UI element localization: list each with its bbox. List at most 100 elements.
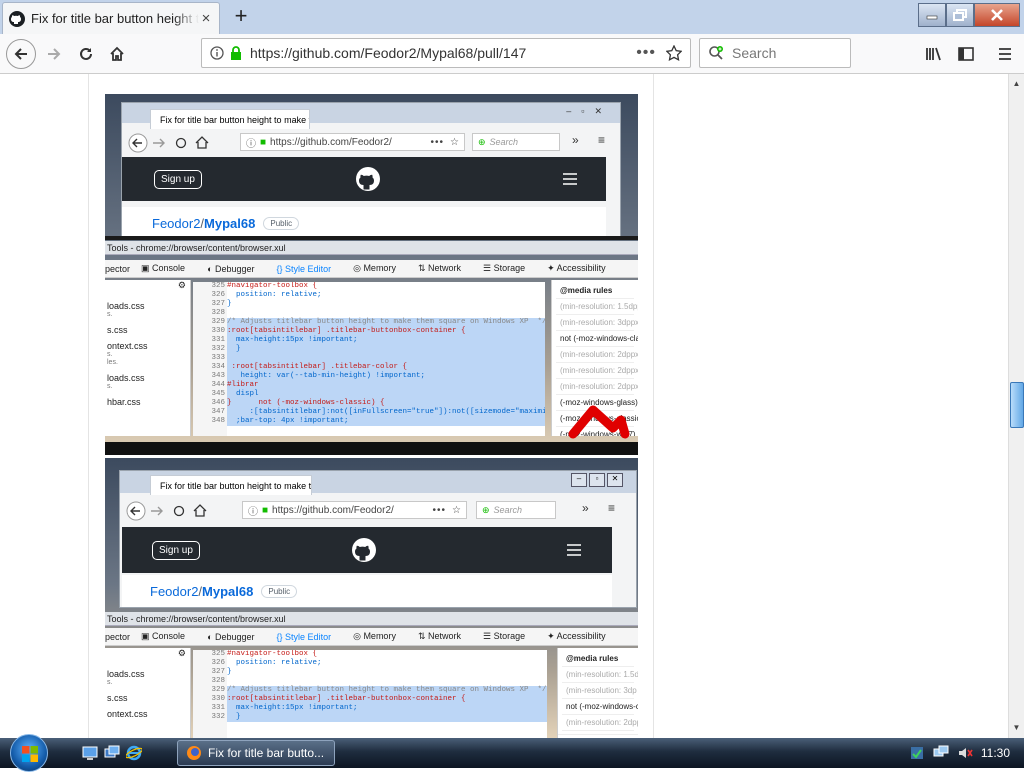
scroll-down-arrow-icon[interactable]: ▼	[1009, 720, 1024, 736]
code-line: #navigator-toolbox {	[227, 282, 318, 290]
windows-taskbar: Fix for title bar butto... 11:30	[0, 734, 1024, 772]
firefox-icon	[187, 746, 201, 760]
reload-button[interactable]	[72, 40, 100, 68]
devtools-tab-style-editor: {} Style Editor	[276, 631, 332, 642]
forward-button[interactable]	[40, 40, 68, 68]
tab-strip: Fix for title bar button height to make …	[0, 0, 1024, 34]
inner-browser-window: Fix for title bar button height to make …	[119, 470, 637, 608]
repo-owner: Feodor2	[150, 583, 199, 599]
line-number: 329	[211, 686, 225, 694]
line-number: 326	[211, 659, 225, 667]
home-icon	[110, 46, 124, 61]
bookmark-star-icon[interactable]	[666, 45, 682, 61]
repo-name: Mypal68	[202, 583, 254, 599]
code-line: :root[tabsintitlebar] .titlebar-buttonbo…	[227, 327, 545, 336]
search-bar[interactable]: Search	[699, 38, 851, 68]
inner-search-bar: ⊕ Search	[476, 501, 556, 519]
line-number: 346	[211, 399, 225, 407]
vertical-scrollbar[interactable]: ▲ ▼	[1008, 74, 1024, 738]
back-arrow-icon	[128, 133, 148, 153]
embedded-screenshot-1[interactable]: Fix for title bar button height to make …	[105, 94, 638, 455]
url-bar[interactable]: https://github.com/Feodor2/Mypal68/pull/…	[201, 38, 691, 68]
inner-tab-title: Fix for title bar button height to make …	[160, 114, 309, 125]
media-rule: (min-resolution: 2dpp	[562, 715, 638, 731]
repo-name: Mypal68	[204, 215, 256, 231]
stylesheet-item: loads.css	[107, 301, 145, 311]
stylesheet-item: s.	[107, 311, 113, 318]
line-number: 344	[211, 381, 225, 389]
network-icon[interactable]	[933, 745, 949, 761]
line-number: 325	[211, 650, 225, 658]
home-button[interactable]	[103, 40, 131, 68]
repo-heading: Feodor2 / Mypal68 Public	[122, 575, 612, 607]
inner-search-bar: ⊕ Search	[472, 133, 560, 151]
minimize-button[interactable]	[918, 3, 946, 27]
library-button[interactable]	[920, 40, 948, 68]
code-line: #navigator-toolbox {	[227, 650, 318, 658]
taskbar-strip	[105, 442, 638, 455]
taskbar-clock: 11:30	[980, 746, 1010, 760]
media-rule: (min-resolution: 1.5d	[562, 667, 638, 683]
taskbar-firefox-window[interactable]: Fix for title bar butto...	[177, 740, 335, 766]
back-button[interactable]	[6, 39, 36, 69]
visibility-badge: Public	[263, 216, 300, 230]
tab-close-icon[interactable]: ×	[199, 10, 213, 27]
close-icon	[991, 9, 1003, 21]
navigation-toolbar: https://github.com/Feodor2/Mypal68/pull/…	[0, 34, 1024, 74]
code-line: }	[227, 345, 545, 354]
media-rule: not (-moz-windows-classic)	[562, 699, 638, 715]
stylesheet-item: s.	[107, 383, 113, 390]
devtools-tabs: pector ▣ Console ◐ Debugger {} Style Edi…	[105, 628, 638, 646]
close-window-button[interactable]	[974, 3, 1020, 27]
start-button[interactable]	[10, 734, 48, 772]
line-number: 334	[211, 363, 225, 371]
code-line	[227, 354, 545, 363]
devtools-title-bar: Tools - chrome://browser/content/browser…	[105, 241, 638, 255]
devtools-tab-memory: ◎ Memory	[353, 263, 396, 273]
menu-button[interactable]	[991, 40, 1019, 68]
info-icon[interactable]	[210, 46, 224, 60]
scroll-up-arrow-icon[interactable]: ▲	[1009, 76, 1024, 92]
embedded-screenshot-2[interactable]: Fix for title bar button height to make …	[105, 458, 638, 738]
home-icon	[193, 504, 207, 517]
inner-url-bar: ⓘ ■ https://github.com/Feodor2/ ••• ☆	[242, 501, 467, 519]
reload-icon	[80, 47, 92, 60]
inner-tab-title: Fix for title bar button height to make …	[160, 480, 312, 491]
code-line: /* Adjusts titlebar button height to mak…	[227, 686, 547, 695]
action-center-icon[interactable]	[909, 745, 925, 761]
internet-explorer-icon[interactable]	[126, 745, 142, 761]
line-number: 333	[211, 354, 225, 362]
volume-muted-icon[interactable]	[957, 745, 973, 761]
code-line: position: relative;	[227, 659, 322, 667]
stylesheet-item: ontext.css	[107, 709, 148, 719]
devtools-tab-accessibility: ✦ Accessibility	[547, 263, 606, 273]
restore-button[interactable]	[946, 3, 974, 27]
devtools-tab-storage: ☰ Storage	[483, 263, 526, 273]
show-desktop-icon[interactable]	[82, 745, 98, 761]
media-rules-sidebar: @media rules (min-resolution: 1.5d (min-re…	[557, 648, 638, 738]
url-text: https://github.com/Feodor2/Mypal68/pull/…	[250, 45, 527, 61]
code-line: max-height:15px !important;	[227, 704, 547, 713]
devtools-tab-storage: ☰ Storage	[483, 631, 526, 641]
gear-icon: ⚙	[177, 280, 186, 290]
switch-windows-icon[interactable]	[104, 745, 120, 761]
sidebar-icon	[958, 47, 974, 61]
tab-active[interactable]: Fix for title bar button height to make …	[2, 2, 220, 34]
inner-search-placeholder: Search	[493, 505, 523, 515]
stylesheet-item: s.css	[107, 325, 128, 335]
line-number: 327	[211, 300, 225, 308]
page-actions-button[interactable]: •••	[636, 44, 656, 62]
devtools-tab-inspector: pector	[105, 263, 131, 274]
media-rule: @media rules	[562, 651, 634, 667]
code-line: }	[227, 713, 547, 722]
firefox-window: Fix for title bar button height to make …	[0, 0, 1024, 738]
scrollbar-thumb[interactable]	[1010, 382, 1024, 428]
sidebar-toggle-button[interactable]	[952, 40, 980, 68]
line-number: 331	[211, 704, 225, 712]
lock-icon[interactable]	[230, 46, 242, 60]
new-tab-button[interactable]: +	[228, 4, 254, 30]
line-number: 348	[211, 417, 225, 425]
sign-up-button: Sign up	[154, 169, 202, 189]
